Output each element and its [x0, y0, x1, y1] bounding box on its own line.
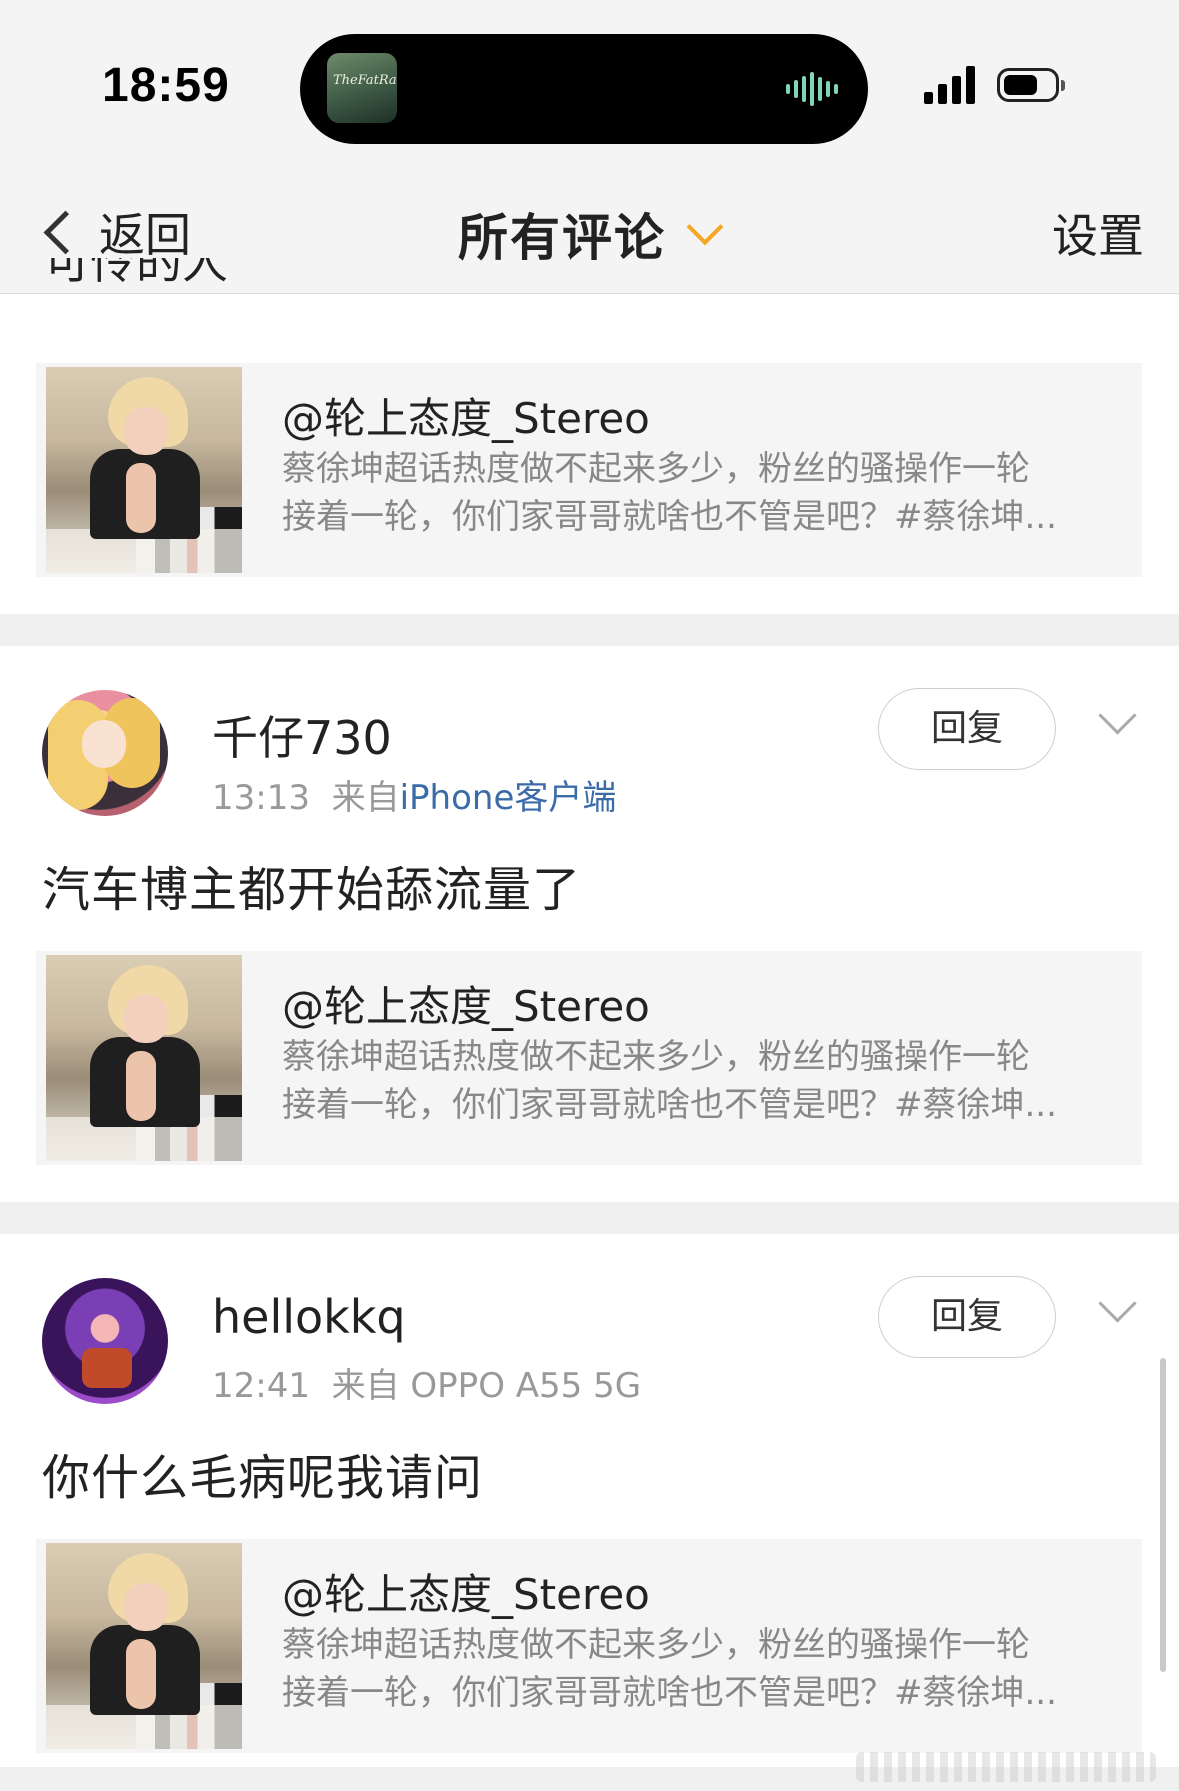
page-title: 所有评论 [458, 209, 666, 267]
comment-meta: 13:13 来自iPhone客户端 [212, 770, 616, 819]
avatar[interactable] [42, 690, 168, 816]
avatar[interactable] [42, 1278, 168, 1404]
comment-meta: 12:41 来自 OPPO A55 5G [212, 1358, 641, 1407]
comment-source-link[interactable]: iPhone客户端 [400, 778, 617, 818]
scrollbar[interactable] [1160, 1358, 1166, 1672]
quoted-post-author: @轮上态度_Stereo [282, 394, 650, 443]
quoted-post-excerpt: 蔡徐坤超话热度做不起来多少，粉丝的骚操作一轮 接着一轮，你们家哥哥就啥也不管是吧… [282, 1037, 1057, 1125]
comment-username[interactable]: hellokkq [212, 1290, 406, 1344]
audio-waveform-icon [786, 72, 838, 106]
dynamic-island[interactable]: TheFatRat [300, 34, 868, 144]
quoted-post-author: @轮上态度_Stereo [282, 1570, 650, 1619]
watermark [856, 1752, 1156, 1782]
comment-source-prefix: 来自 [331, 778, 400, 818]
quoted-post-thumbnail [46, 1543, 242, 1749]
back-label: 返回 [99, 208, 191, 262]
quoted-post-card[interactable]: @轮上态度_Stereo 蔡徐坤超话热度做不起来多少，粉丝的骚操作一轮 接着一轮… [36, 363, 1142, 577]
section-divider [0, 1202, 1179, 1234]
comment-time: 13:13 [212, 778, 310, 818]
quoted-post-excerpt: 蔡徐坤超话热度做不起来多少，粉丝的骚操作一轮 接着一轮，你们家哥哥就啥也不管是吧… [282, 449, 1057, 537]
comment-source-prefix: 来自 [331, 1366, 400, 1406]
comment-username[interactable]: 千仔730 [212, 702, 392, 768]
quoted-post-card[interactable]: @轮上态度_Stereo 蔡徐坤超话热度做不起来多少，粉丝的骚操作一轮 接着一轮… [36, 951, 1142, 1165]
comment-filter-dropdown[interactable]: 所有评论 [458, 199, 724, 269]
reply-button[interactable]: 回复 [878, 1276, 1056, 1358]
comment-source: OPPO A55 5G [410, 1366, 642, 1406]
settings-button[interactable]: 设置 [1052, 201, 1144, 271]
battery-icon [997, 68, 1065, 102]
quoted-post-thumbnail [46, 955, 242, 1161]
quoted-post-author: @轮上态度_Stereo [282, 982, 650, 1031]
now-playing-art-text: TheFatRat [333, 73, 397, 88]
comment-text: 你什么毛病呢我请问 [42, 1450, 484, 1506]
status-bar: 18:59 TheFatRat [0, 0, 1179, 175]
comment-time: 12:41 [212, 1366, 310, 1406]
cellular-signal-icon [924, 66, 975, 104]
back-button[interactable]: 返回 [36, 197, 191, 267]
status-time: 18:59 [102, 59, 230, 112]
previous-comment-text-clipped: 可怜的人 [44, 258, 228, 289]
now-playing-artwork[interactable]: TheFatRat [327, 53, 397, 123]
reply-button[interactable]: 回复 [878, 688, 1056, 770]
section-divider [0, 614, 1179, 646]
quoted-post-card[interactable]: @轮上态度_Stereo 蔡徐坤超话热度做不起来多少，粉丝的骚操作一轮 接着一轮… [36, 1539, 1142, 1753]
quoted-post-excerpt: 蔡徐坤超话热度做不起来多少，粉丝的骚操作一轮 接着一轮，你们家哥哥就啥也不管是吧… [282, 1625, 1057, 1713]
quoted-post-thumbnail [46, 367, 242, 573]
chevron-down-icon [686, 208, 724, 246]
chevron-left-icon [43, 210, 88, 254]
chevron-down-icon[interactable] [1098, 1284, 1137, 1323]
comment-text: 汽车博主都开始舔流量了 [42, 862, 582, 918]
